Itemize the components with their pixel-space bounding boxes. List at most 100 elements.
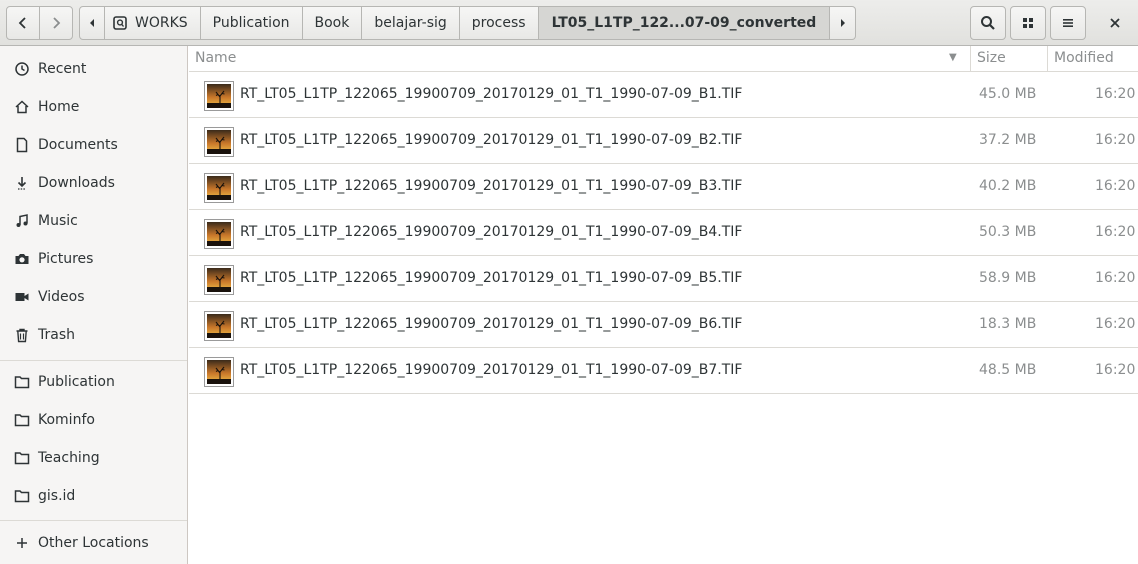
- breadcrumb-process[interactable]: process: [459, 6, 539, 40]
- file-size: 18.3 MB: [979, 316, 1037, 332]
- breadcrumb-label: Book: [314, 15, 350, 31]
- file-name: RT_LT05_L1TP_122065_19900709_20170129_01…: [240, 316, 743, 332]
- file-name: RT_LT05_L1TP_122065_19900709_20170129_01…: [240, 362, 743, 378]
- sidebar-item-downloads[interactable]: Downloads: [0, 164, 187, 202]
- file-modified: 16:20: [1095, 270, 1136, 286]
- breadcrumb-label: belajar-sig: [374, 15, 447, 31]
- sidebar-item-label: Trash: [38, 327, 75, 343]
- file-name: RT_LT05_L1TP_122065_19900709_20170129_01…: [240, 178, 743, 194]
- video-icon: [14, 289, 30, 305]
- trash-icon: [14, 327, 30, 343]
- column-headers: Name ▼ Size Modified: [189, 46, 1138, 72]
- breadcrumb-belajar-sig[interactable]: belajar-sig: [362, 6, 460, 40]
- sidebar-item-recent[interactable]: Recent: [0, 50, 187, 88]
- folder-icon: [14, 412, 30, 428]
- view-toggle-button[interactable]: [1010, 6, 1046, 40]
- sidebar-item-label: Teaching: [38, 450, 100, 466]
- file-name: RT_LT05_L1TP_122065_19900709_20170129_01…: [240, 270, 743, 286]
- grid-icon: [1023, 18, 1033, 28]
- breadcrumb-label: WORKS: [135, 15, 188, 31]
- menu-button[interactable]: [1050, 6, 1086, 40]
- sidebar-item-label: Recent: [38, 61, 87, 77]
- sidebar-item-teaching[interactable]: Teaching: [0, 439, 187, 477]
- breadcrumb-scroll-left[interactable]: [79, 6, 105, 40]
- sidebar-item-gis-id[interactable]: gis.id: [0, 477, 187, 515]
- sidebar-item-music[interactable]: Music: [0, 202, 187, 240]
- file-size: 45.0 MB: [979, 86, 1037, 102]
- download-icon: [14, 175, 30, 191]
- file-modified: 16:20: [1095, 224, 1136, 240]
- close-button[interactable]: [1098, 6, 1132, 40]
- sidebar-item-other-locations[interactable]: Other Locations: [0, 524, 187, 562]
- sidebar-item-label: Publication: [38, 374, 115, 390]
- table-row[interactable]: RT_LT05_L1TP_122065_19900709_20170129_01…: [189, 118, 1138, 164]
- sidebar-item-publication[interactable]: Publication: [0, 363, 187, 401]
- file-size: 58.9 MB: [979, 270, 1037, 286]
- image-file-icon: [204, 311, 234, 341]
- forward-button[interactable]: [39, 6, 73, 40]
- folder-icon: [14, 450, 30, 466]
- column-header-size[interactable]: Size: [977, 50, 1006, 66]
- sidebar-item-label: Home: [38, 99, 80, 115]
- file-name: RT_LT05_L1TP_122065_19900709_20170129_01…: [240, 224, 743, 240]
- file-modified: 16:20: [1095, 132, 1136, 148]
- breadcrumb-current[interactable]: LT05_L1TP_122...07-09_converted: [538, 6, 831, 40]
- image-file-icon: [204, 357, 234, 387]
- header-bar: WORKS Publication Book belajar-sig proce…: [0, 0, 1138, 46]
- table-row[interactable]: RT_LT05_L1TP_122065_19900709_20170129_01…: [189, 72, 1138, 118]
- column-header-modified[interactable]: Modified: [1054, 50, 1114, 66]
- file-size: 50.3 MB: [979, 224, 1037, 240]
- sidebar-item-trash[interactable]: Trash: [0, 316, 187, 354]
- file-modified: 16:20: [1095, 178, 1136, 194]
- sidebar-item-label: gis.id: [38, 488, 76, 504]
- file-list: Name ▼ Size Modified RT_LT05_L1TP_122065…: [189, 46, 1138, 564]
- close-icon: [1110, 18, 1120, 28]
- clock-icon: [14, 61, 30, 77]
- sidebar-divider: [0, 360, 187, 361]
- back-button[interactable]: [6, 6, 40, 40]
- breadcrumb: WORKS Publication Book belajar-sig proce…: [79, 6, 857, 40]
- search-button[interactable]: [970, 6, 1006, 40]
- column-divider[interactable]: [970, 46, 971, 72]
- sidebar-divider: [0, 520, 187, 521]
- file-size: 40.2 MB: [979, 178, 1037, 194]
- sidebar-item-label: Documents: [38, 137, 118, 153]
- breadcrumb-scroll-right[interactable]: [830, 6, 857, 40]
- column-divider[interactable]: [1047, 46, 1048, 72]
- sidebar-item-videos[interactable]: Videos: [0, 278, 187, 316]
- breadcrumb-label: process: [471, 15, 526, 31]
- file-name: RT_LT05_L1TP_122065_19900709_20170129_01…: [240, 132, 743, 148]
- sidebar-item-home[interactable]: Home: [0, 88, 187, 126]
- breadcrumb-works[interactable]: WORKS: [105, 6, 201, 40]
- file-modified: 16:20: [1095, 362, 1136, 378]
- music-icon: [14, 213, 30, 229]
- triangle-right-icon: [840, 19, 845, 27]
- sidebar-item-label: Downloads: [38, 175, 115, 191]
- table-row[interactable]: RT_LT05_L1TP_122065_19900709_20170129_01…: [189, 164, 1138, 210]
- image-file-icon: [204, 173, 234, 203]
- folder-icon: [14, 374, 30, 390]
- breadcrumb-label: LT05_L1TP_122...07-09_converted: [551, 15, 817, 31]
- image-file-icon: [204, 127, 234, 157]
- sidebar-item-label: Other Locations: [38, 535, 149, 551]
- table-row[interactable]: RT_LT05_L1TP_122065_19900709_20170129_01…: [189, 302, 1138, 348]
- sidebar-item-documents[interactable]: Documents: [0, 126, 187, 164]
- file-modified: 16:20: [1095, 86, 1136, 102]
- table-row[interactable]: RT_LT05_L1TP_122065_19900709_20170129_01…: [189, 256, 1138, 302]
- sidebar-item-label: Music: [38, 213, 78, 229]
- sidebar-item-pictures[interactable]: Pictures: [0, 240, 187, 278]
- file-size: 48.5 MB: [979, 362, 1037, 378]
- sidebar: Recent Home Documents Downloads Music Pi…: [0, 46, 188, 564]
- camera-icon: [14, 251, 30, 267]
- column-header-name[interactable]: Name: [195, 50, 236, 66]
- sidebar-item-label: Kominfo: [38, 412, 95, 428]
- breadcrumb-publication[interactable]: Publication: [200, 6, 303, 40]
- file-name: RT_LT05_L1TP_122065_19900709_20170129_01…: [240, 86, 743, 102]
- breadcrumb-book[interactable]: Book: [302, 6, 363, 40]
- table-row[interactable]: RT_LT05_L1TP_122065_19900709_20170129_01…: [189, 348, 1138, 394]
- image-file-icon: [204, 265, 234, 295]
- sidebar-item-kominfo[interactable]: Kominfo: [0, 401, 187, 439]
- breadcrumb-label: Publication: [212, 15, 290, 31]
- hamburger-icon: [1063, 19, 1073, 27]
- table-row[interactable]: RT_LT05_L1TP_122065_19900709_20170129_01…: [189, 210, 1138, 256]
